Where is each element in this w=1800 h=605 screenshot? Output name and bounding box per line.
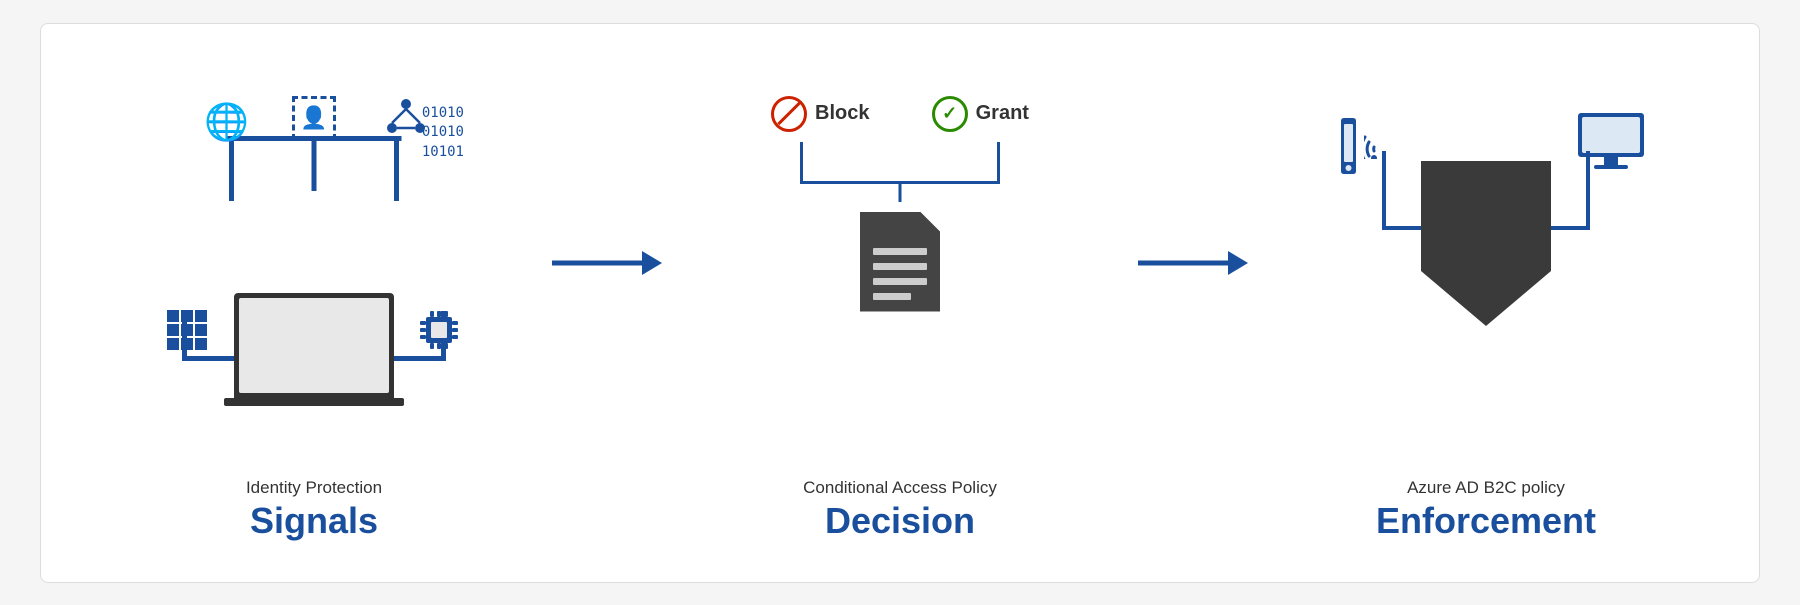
grid-icon	[166, 309, 208, 358]
decision-options: Block ✓ Grant	[730, 96, 1070, 132]
dec-line-right	[997, 142, 1000, 182]
enf-arm-left-v	[1382, 151, 1386, 230]
arrow-2	[1133, 243, 1253, 363]
doc-line-3	[873, 278, 927, 285]
doc-body	[860, 212, 940, 312]
globe-icon: 🌐	[204, 101, 249, 143]
decision-column: Block ✓ Grant	[667, 44, 1133, 562]
doc-line-4	[873, 293, 911, 300]
block-label: Block	[815, 102, 869, 125]
binary-icon: 01010 01010 10101	[422, 104, 464, 163]
laptop-screen-outer	[234, 293, 394, 398]
decision-illustration: Block ✓ Grant	[730, 96, 1070, 416]
laptop-screen-inner	[239, 298, 389, 393]
block-item: Block	[771, 96, 869, 132]
signals-label-area: Identity Protection Signals	[246, 478, 382, 542]
diagram-container: 🌐 👤 01010 0101	[40, 23, 1760, 583]
shield-icon	[1411, 151, 1561, 336]
decision-label-area: Conditional Access Policy Decision	[803, 478, 997, 542]
chip-icon	[418, 309, 460, 358]
dec-line-down	[899, 181, 902, 202]
grant-item: ✓ Grant	[932, 96, 1029, 132]
decision-lines	[730, 142, 1070, 202]
signals-illustration: 🌐 👤 01010 0101	[154, 96, 474, 416]
block-icon	[771, 96, 807, 132]
grant-label: Grant	[976, 102, 1029, 125]
enforcement-illustration	[1306, 96, 1666, 416]
doc-line-2	[873, 263, 927, 270]
laptop-base	[224, 398, 404, 406]
enforcement-icon-area	[1306, 44, 1666, 468]
document-icon	[855, 202, 945, 312]
enforcement-sub-label: Azure AD B2C policy	[1407, 478, 1565, 498]
signals-main-label: Signals	[250, 500, 378, 542]
dec-line-left	[800, 142, 803, 182]
decision-icon-area: Block ✓ Grant	[730, 44, 1070, 468]
signals-icon-area: 🌐 👤 01010 0101	[154, 44, 474, 468]
enforcement-label-area: Azure AD B2C policy Enforcement	[1376, 478, 1596, 542]
top-left-stem	[229, 141, 234, 201]
doc-line-1	[873, 248, 927, 255]
grant-icon: ✓	[932, 96, 968, 132]
decision-sub-label: Conditional Access Policy	[803, 478, 997, 498]
enforcement-main-label: Enforcement	[1376, 500, 1596, 542]
signals-column: 🌐 👤 01010 0101	[81, 44, 547, 562]
network-icon	[386, 98, 426, 144]
doc-lines	[873, 248, 927, 300]
decision-main-label: Decision	[825, 500, 975, 542]
arrow-1	[547, 243, 667, 363]
enforcement-column: Azure AD B2C policy Enforcement	[1253, 44, 1719, 562]
top-right-stem	[394, 141, 399, 201]
enf-arm-right-v	[1586, 151, 1590, 230]
signals-sub-label: Identity Protection	[246, 478, 382, 498]
person-frame-icon: 👤	[292, 96, 336, 140]
top-center-stem	[312, 136, 317, 191]
